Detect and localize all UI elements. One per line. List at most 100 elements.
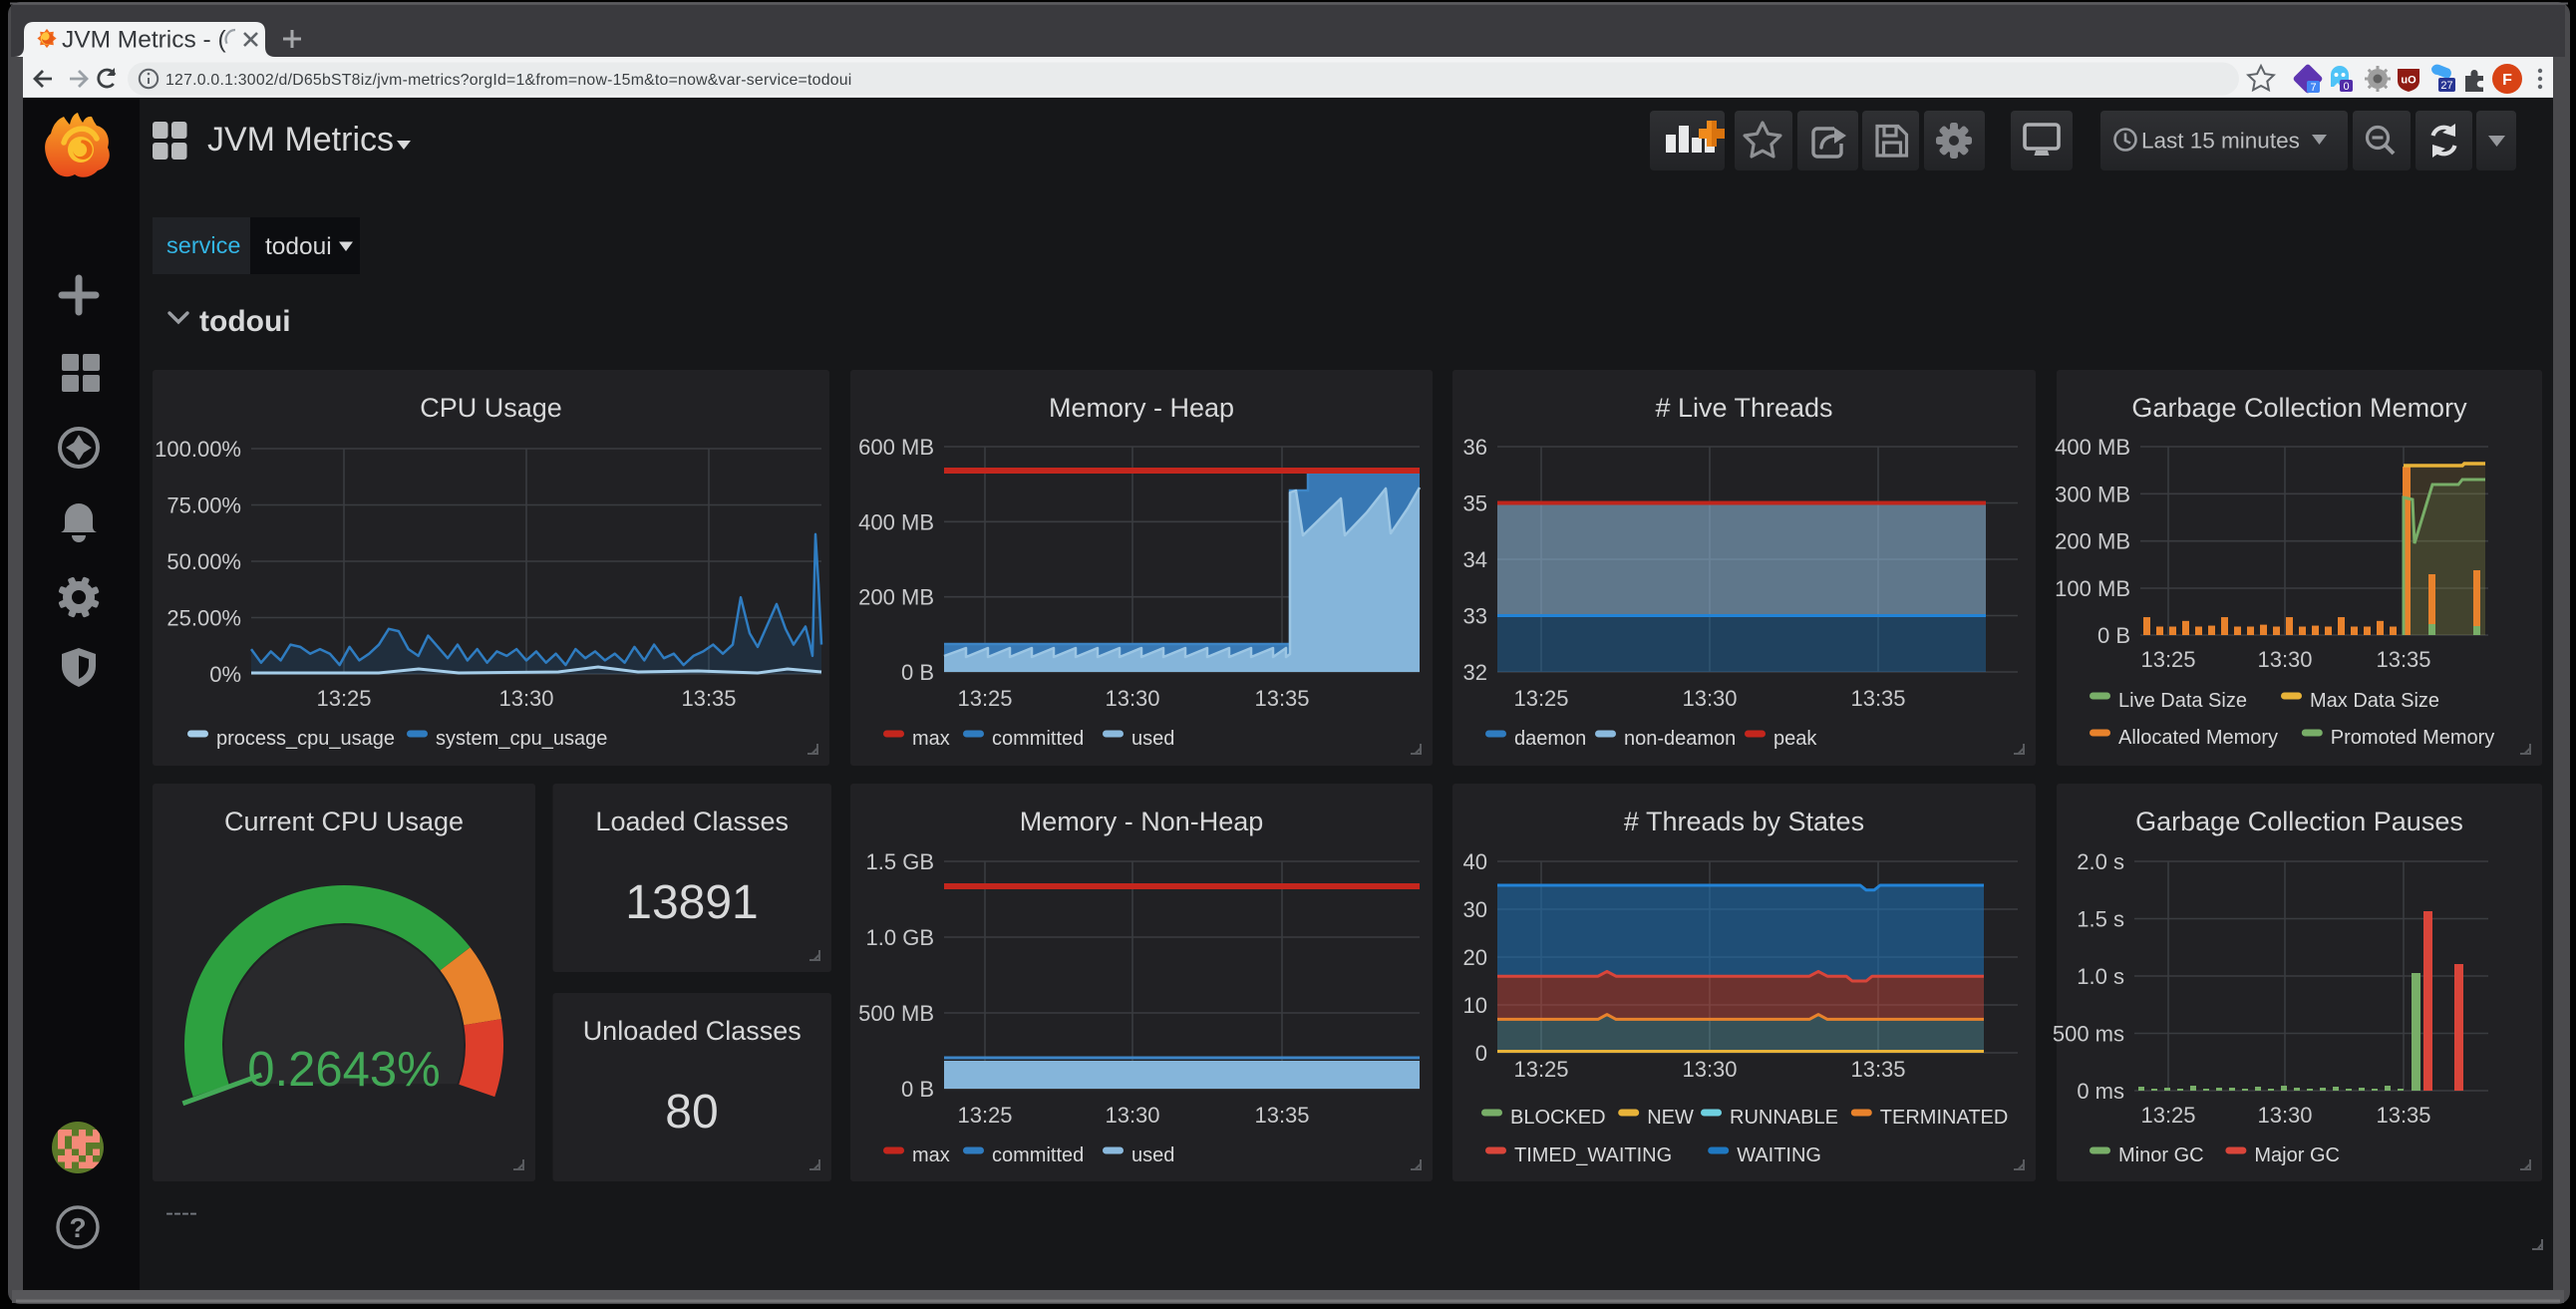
svg-text:34: 34 [1463,547,1487,572]
svg-text:13:30: 13:30 [1682,686,1737,711]
svg-text:todoui: todoui [265,233,332,260]
svg-text:JVM Metrics: JVM Metrics [207,121,394,159]
svg-text:127.0.0.1:3002/d/D65bST8iz/jvm: 127.0.0.1:3002/d/D65bST8iz/jvm-metrics?o… [165,72,852,89]
svg-text:TIMED_WAITING: TIMED_WAITING [1514,1145,1672,1166]
svg-text:peak: peak [1773,728,1817,750]
svg-text:500 ms: 500 ms [2053,1022,2124,1047]
svg-text:33: 33 [1463,604,1487,629]
svg-text:13:25: 13:25 [2140,1103,2195,1128]
svg-text:1.5 s: 1.5 s [2077,907,2124,932]
svg-text:35: 35 [1463,491,1487,516]
svg-text:1.0 s: 1.0 s [2077,964,2124,989]
svg-text:NEW: NEW [1647,1107,1694,1129]
svg-text:1.0 GB: 1.0 GB [866,925,934,950]
svg-text:400 MB: 400 MB [2055,435,2130,460]
svg-text:40: 40 [1463,849,1487,874]
svg-text:todoui: todoui [199,305,291,338]
svg-text:20: 20 [1463,945,1487,970]
svg-text:max: max [912,728,950,750]
svg-text:13:35: 13:35 [2376,1103,2430,1128]
svg-text:13:25: 13:25 [1513,1057,1568,1082]
svg-text:200 MB: 200 MB [2055,529,2130,554]
svg-text:7: 7 [2310,82,2316,94]
svg-text:32: 32 [1463,660,1487,685]
svg-text:100 MB: 100 MB [2055,576,2130,601]
svg-text:Allocated Memory: Allocated Memory [2118,727,2278,749]
svg-text:13:25: 13:25 [2140,647,2195,672]
svg-text:36: 36 [1463,435,1487,460]
svg-text:0%: 0% [209,662,241,687]
svg-text:service: service [166,232,240,258]
svg-text:13:35: 13:35 [2376,647,2430,672]
svg-text:27: 27 [2440,80,2452,92]
svg-text:13:25: 13:25 [957,1103,1012,1128]
svg-text:# Threads by States: # Threads by States [1624,807,1864,836]
svg-text:500 MB: 500 MB [858,1001,934,1026]
svg-text:daemon: daemon [1514,728,1586,750]
svg-text:75.00%: 75.00% [166,493,241,518]
svg-text:13:35: 13:35 [1850,686,1905,711]
svg-text:process_cpu_usage: process_cpu_usage [216,728,395,750]
svg-text:13:25: 13:25 [957,686,1012,711]
svg-text:Minor GC: Minor GC [2118,1145,2204,1166]
svg-text:WAITING: WAITING [1737,1145,1821,1166]
svg-text:30: 30 [1463,897,1487,922]
svg-text:13891: 13891 [625,876,758,929]
svg-text:13:30: 13:30 [1682,1057,1737,1082]
svg-text:max: max [912,1145,950,1166]
svg-text:uO: uO [2401,75,2416,87]
svg-text:Unloaded Classes: Unloaded Classes [583,1016,802,1046]
svg-text:50.00%: 50.00% [166,549,241,574]
svg-text:0 B: 0 B [901,660,934,685]
svg-text:Last 15 minutes: Last 15 minutes [2141,129,2300,154]
svg-text:300 MB: 300 MB [2055,482,2130,506]
svg-text:0: 0 [1475,1041,1487,1066]
svg-text:2.0 s: 2.0 s [2077,849,2124,874]
svg-text:25.00%: 25.00% [166,606,241,631]
svg-text:Garbage Collection Memory: Garbage Collection Memory [2131,393,2467,423]
svg-text:Max Data Size: Max Data Size [2310,690,2439,712]
svg-text:CPU Usage: CPU Usage [420,393,562,423]
svg-text:400 MB: 400 MB [858,509,934,534]
svg-text:13:35: 13:35 [681,686,736,711]
svg-text:0 B: 0 B [901,1077,934,1102]
svg-text:non-deamon: non-deamon [1624,728,1736,750]
svg-text:Garbage Collection Pauses: Garbage Collection Pauses [2135,807,2463,836]
svg-text:0 B: 0 B [2097,623,2130,648]
svg-text:0.2643%: 0.2643% [247,1043,440,1097]
svg-text:13:30: 13:30 [2257,647,2312,672]
svg-text:1.5 GB: 1.5 GB [866,849,934,874]
svg-text:13:30: 13:30 [1105,1103,1159,1128]
svg-text:Live Data Size: Live Data Size [2118,690,2247,712]
svg-text:10: 10 [1463,993,1487,1018]
svg-text:used: used [1131,1145,1174,1166]
svg-text:----: ---- [165,1199,197,1226]
svg-text:Current CPU Usage: Current CPU Usage [224,807,464,836]
svg-text:committed: committed [992,1145,1084,1166]
svg-text:F: F [2502,72,2512,89]
svg-text:200 MB: 200 MB [858,585,934,610]
svg-text:used: used [1131,728,1174,750]
svg-text:13:35: 13:35 [1254,1103,1309,1128]
svg-text:600 MB: 600 MB [858,435,934,460]
svg-text:Loaded Classes: Loaded Classes [595,807,789,836]
svg-text:TERMINATED: TERMINATED [1880,1107,2009,1129]
svg-text:13:30: 13:30 [1105,686,1159,711]
svg-text:Major GC: Major GC [2254,1145,2340,1166]
svg-text:Promoted Memory: Promoted Memory [2331,727,2495,749]
svg-text:Memory - Non-Heap: Memory - Non-Heap [1020,807,1264,836]
svg-text:BLOCKED: BLOCKED [1510,1107,1606,1129]
svg-text:13:25: 13:25 [316,686,371,711]
svg-text:80: 80 [665,1086,718,1139]
svg-text:13:25: 13:25 [1513,686,1568,711]
svg-text:0: 0 [2343,81,2349,93]
svg-text:Memory - Heap: Memory - Heap [1049,393,1234,423]
svg-text:RUNNABLE: RUNNABLE [1730,1107,1838,1129]
svg-text:13:35: 13:35 [1254,686,1309,711]
svg-text:# Live Threads: # Live Threads [1655,393,1832,423]
svg-text:13:35: 13:35 [1850,1057,1905,1082]
svg-text:system_cpu_usage: system_cpu_usage [436,728,607,750]
svg-text:13:30: 13:30 [2257,1103,2312,1128]
svg-text:JVM Metrics - (: JVM Metrics - ( [62,27,227,54]
svg-text:committed: committed [992,728,1084,750]
